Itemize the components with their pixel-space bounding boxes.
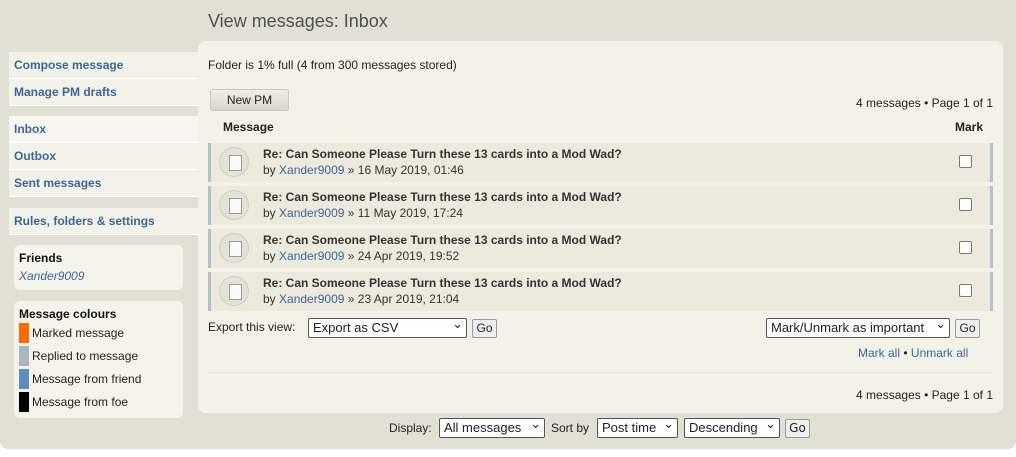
friend-link[interactable]: Xander9009 xyxy=(19,269,178,283)
sidebar-item-inbox[interactable]: Inbox xyxy=(9,116,198,143)
message-row[interactable]: Re: Can Someone Please Turn these 13 car… xyxy=(208,229,993,268)
page-background: View messages: Inbox Compose message Man… xyxy=(0,0,1016,449)
colour-legend-label: Message from friend xyxy=(32,371,142,386)
export-select[interactable]: Export as CSV xyxy=(308,316,467,338)
column-header-message: Message xyxy=(223,120,274,134)
sort-go-button[interactable]: Go xyxy=(785,419,810,438)
sidebar-item-outbox[interactable]: Outbox xyxy=(9,143,198,170)
colour-legend-label: Marked message xyxy=(32,325,125,340)
message-meta: by Xander9009 » 23 Apr 2019, 21:04 xyxy=(263,292,459,306)
new-pm-button[interactable]: New PM xyxy=(210,89,289,111)
pagination-top: 4 messages • Page 1 of 1 xyxy=(856,96,993,110)
by-label: by xyxy=(263,163,276,177)
friend-swatch xyxy=(19,368,29,389)
colour-legend-item: Marked message xyxy=(19,321,178,344)
mark-checkbox[interactable] xyxy=(959,241,972,254)
pagination-bottom: 4 messages • Page 1 of 1 xyxy=(856,388,993,402)
message-subject[interactable]: Re: Can Someone Please Turn these 13 car… xyxy=(263,276,622,290)
author-link[interactable]: Xander9009 xyxy=(279,292,344,306)
sidebar-item-compose-message[interactable]: Compose message xyxy=(9,52,198,79)
mark-action-select[interactable]: Mark/Unmark as important xyxy=(766,316,950,338)
bottom-divider xyxy=(208,372,993,373)
message-subject[interactable]: Re: Can Someone Please Turn these 13 car… xyxy=(263,190,622,204)
foe-swatch xyxy=(19,391,29,412)
author-link[interactable]: Xander9009 xyxy=(279,163,344,177)
message-read-icon xyxy=(219,190,249,220)
sidebar-group-settings: Rules, folders & settings xyxy=(9,208,198,235)
message-subject[interactable]: Re: Can Someone Please Turn these 13 car… xyxy=(263,147,622,161)
mark-links: Mark all • Unmark all xyxy=(858,346,968,360)
replied-swatch xyxy=(19,345,29,366)
message-date: » 23 Apr 2019, 21:04 xyxy=(347,292,460,306)
message-read-icon xyxy=(219,276,249,306)
message-row[interactable]: Re: Can Someone Please Turn these 13 car… xyxy=(208,143,993,182)
message-subject[interactable]: Re: Can Someone Please Turn these 13 car… xyxy=(263,233,622,247)
sidebar-item-rules-settings[interactable]: Rules, folders & settings xyxy=(9,208,198,235)
message-read-icon xyxy=(219,233,249,263)
colour-legend-label: Replied to message xyxy=(32,348,139,363)
mark-all-link[interactable]: Mark all xyxy=(858,346,900,360)
mark-checkbox[interactable] xyxy=(959,198,972,211)
sort-label: Sort by xyxy=(551,421,590,435)
message-read-icon xyxy=(219,147,249,177)
by-label: by xyxy=(263,249,276,263)
column-header-mark: Mark xyxy=(955,120,984,134)
friends-box: Friends Xander9009 xyxy=(14,245,183,290)
message-date: » 16 May 2019, 01:46 xyxy=(347,163,464,177)
message-colours-box: Message colours Marked message Replied t… xyxy=(14,301,183,418)
sidebar-item-sent-messages[interactable]: Sent messages xyxy=(9,170,198,197)
colour-legend-label: Message from foe xyxy=(32,394,129,409)
mark-links-separator: • xyxy=(903,346,908,360)
by-label: by xyxy=(263,292,276,306)
export-go-button[interactable]: Go xyxy=(472,319,497,338)
message-colours-title: Message colours xyxy=(19,307,117,321)
sidebar-item-manage-drafts[interactable]: Manage PM drafts xyxy=(9,79,198,106)
colour-legend-item: Message from friend xyxy=(19,367,178,390)
page-title: View messages: Inbox xyxy=(208,11,388,31)
unmark-all-link[interactable]: Unmark all xyxy=(911,346,968,360)
message-meta: by Xander9009 » 16 May 2019, 01:46 xyxy=(263,163,464,177)
friends-title: Friends xyxy=(19,251,63,265)
author-link[interactable]: Xander9009 xyxy=(279,206,344,220)
marked-swatch xyxy=(19,322,29,343)
folder-status: Folder is 1% full (4 from 300 messages s… xyxy=(208,58,457,72)
mark-checkbox[interactable] xyxy=(959,155,972,168)
sidebar-group-folders: Inbox Outbox Sent messages xyxy=(9,116,198,197)
sort-by-select[interactable]: Post time xyxy=(597,416,678,438)
message-row[interactable]: Re: Can Someone Please Turn these 13 car… xyxy=(208,186,993,225)
author-link[interactable]: Xander9009 xyxy=(279,249,344,263)
colour-legend-item: Message from foe xyxy=(19,390,178,413)
message-date: » 11 May 2019, 17:24 xyxy=(347,206,463,220)
sort-order-select[interactable]: Descending xyxy=(684,416,780,438)
message-meta: by Xander9009 » 11 May 2019, 17:24 xyxy=(263,206,463,220)
messages-panel: Folder is 1% full (4 from 300 messages s… xyxy=(198,41,1003,413)
sidebar-group-compose: Compose message Manage PM drafts xyxy=(9,52,198,106)
display-select[interactable]: All messages xyxy=(439,416,545,438)
by-label: by xyxy=(263,206,276,220)
mark-go-button[interactable]: Go xyxy=(955,319,980,338)
message-meta: by Xander9009 » 24 Apr 2019, 19:52 xyxy=(263,249,459,263)
message-row[interactable]: Re: Can Someone Please Turn these 13 car… xyxy=(208,272,993,311)
mark-checkbox[interactable] xyxy=(959,284,972,297)
message-date: » 24 Apr 2019, 19:52 xyxy=(347,249,460,263)
export-label: Export this view: xyxy=(208,320,296,334)
display-label: Display: xyxy=(389,421,432,435)
colour-legend-item: Replied to message xyxy=(19,344,178,367)
